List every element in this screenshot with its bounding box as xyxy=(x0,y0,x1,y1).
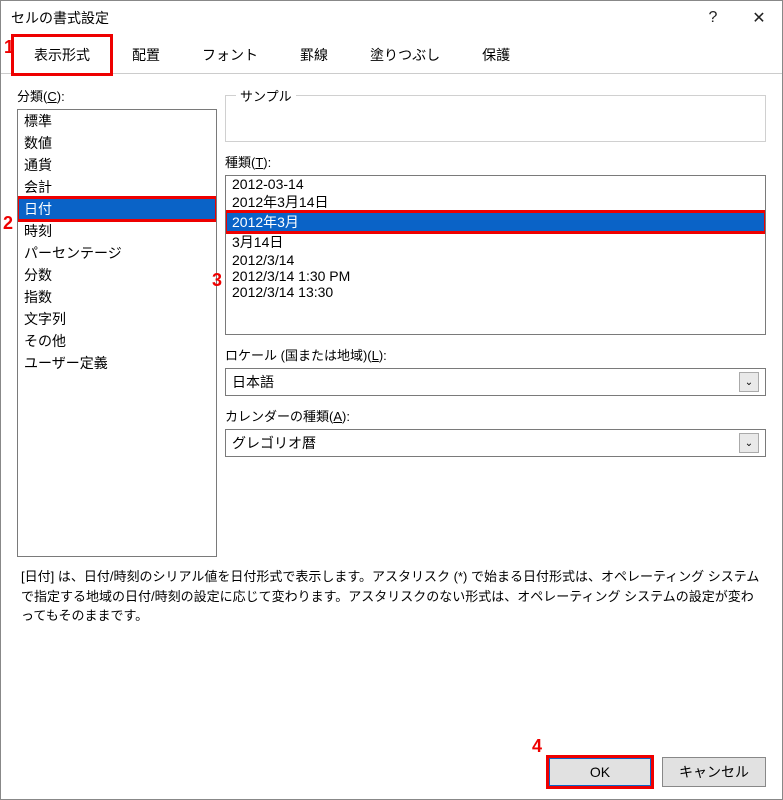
calendar-value: グレゴリオ暦 xyxy=(232,433,316,453)
annotation-2: 2 xyxy=(3,213,13,234)
calendar-combo[interactable]: グレゴリオ暦 ⌄ xyxy=(225,429,766,457)
calendar-label: カレンダーの種類(A): xyxy=(225,406,766,425)
dialog-footer: OK キャンセル xyxy=(548,757,766,787)
titlebar: セルの書式設定 ? ✕ xyxy=(1,1,782,35)
close-button[interactable]: ✕ xyxy=(736,1,782,35)
annotation-3: 3 xyxy=(212,270,222,291)
chevron-down-icon: ⌄ xyxy=(739,433,759,453)
annotation-4: 4 xyxy=(532,736,542,757)
category-item-general[interactable]: 標準 xyxy=(18,110,216,132)
type-item[interactable]: 2012-03-14 xyxy=(226,176,765,192)
locale-combo[interactable]: 日本語 ⌄ xyxy=(225,368,766,396)
category-item-time[interactable]: 時刻 xyxy=(18,220,216,242)
cancel-button[interactable]: キャンセル xyxy=(662,757,766,787)
tab-fill[interactable]: 塗りつぶし xyxy=(349,36,461,74)
annotation-1: 1 xyxy=(4,37,14,58)
category-item-fraction[interactable]: 分数 xyxy=(18,264,216,286)
category-listbox[interactable]: 標準 数値 通貨 会計 日付 時刻 パーセンテージ 分数 指数 文字列 その他 … xyxy=(17,109,217,557)
category-item-scientific[interactable]: 指数 xyxy=(18,286,216,308)
description-text: [日付] は、日付/時刻のシリアル値を日付形式で表示します。アスタリスク (*)… xyxy=(1,561,782,636)
tab-alignment[interactable]: 配置 xyxy=(111,36,181,74)
category-item-special[interactable]: その他 xyxy=(18,330,216,352)
type-label: 種類(T): xyxy=(225,152,766,171)
tab-border[interactable]: 罫線 xyxy=(279,36,349,74)
tab-font[interactable]: フォント xyxy=(181,36,279,74)
type-listbox[interactable]: 2012-03-14 2012年3月14日 2012年3月 3月14日 2012… xyxy=(225,175,766,335)
type-item[interactable]: 2012/3/14 1:30 PM xyxy=(226,268,765,284)
ok-button[interactable]: OK xyxy=(548,757,652,787)
tab-bar: 表示形式 配置 フォント 罫線 塗りつぶし 保護 xyxy=(1,35,782,74)
category-item-percentage[interactable]: パーセンテージ xyxy=(18,242,216,264)
help-button[interactable]: ? xyxy=(690,1,736,35)
type-item[interactable]: 3月14日 xyxy=(226,232,765,252)
category-item-text[interactable]: 文字列 xyxy=(18,308,216,330)
tab-protection[interactable]: 保護 xyxy=(461,36,531,74)
chevron-down-icon: ⌄ xyxy=(739,372,759,392)
type-item-selected[interactable]: 2012年3月 xyxy=(226,212,765,232)
locale-value: 日本語 xyxy=(232,372,274,392)
sample-box: サンプル xyxy=(225,86,766,142)
locale-label: ロケール (国または地域)(L): xyxy=(225,345,766,364)
category-label: 分類(C): xyxy=(17,86,217,105)
type-item[interactable]: 2012/3/14 xyxy=(226,252,765,268)
category-item-currency[interactable]: 通貨 xyxy=(18,154,216,176)
type-item[interactable]: 2012年3月14日 xyxy=(226,192,765,212)
category-item-date[interactable]: 日付 xyxy=(18,198,216,220)
tab-number-format[interactable]: 表示形式 xyxy=(13,36,111,74)
sample-label: サンプル xyxy=(236,86,296,105)
category-item-custom[interactable]: ユーザー定義 xyxy=(18,352,216,374)
category-item-number[interactable]: 数値 xyxy=(18,132,216,154)
category-item-accounting[interactable]: 会計 xyxy=(18,176,216,198)
dialog-title: セルの書式設定 xyxy=(11,8,690,28)
type-item[interactable]: 2012/3/14 13:30 xyxy=(226,284,765,300)
